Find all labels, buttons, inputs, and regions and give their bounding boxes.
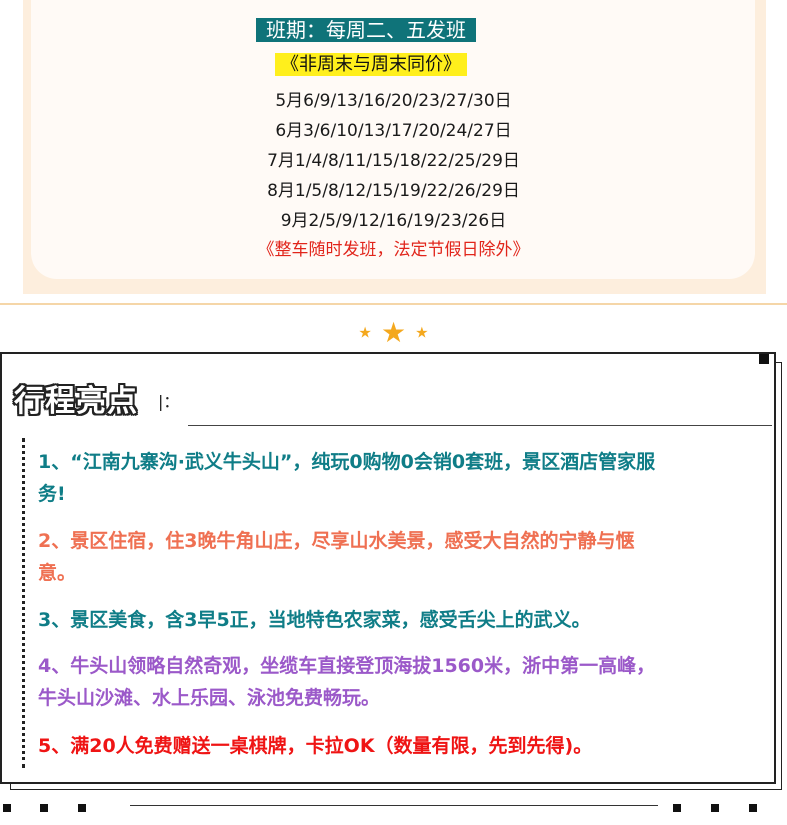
decor-square-icon — [78, 804, 86, 812]
decor-square-icon — [3, 804, 11, 812]
departure-date-september: 9月2/5/9/12/16/19/23/26日 — [280, 211, 507, 231]
highlight-item-1-line2: 务! — [38, 483, 66, 505]
corner-square-icon — [759, 354, 769, 364]
star-icon: ★ — [415, 323, 429, 342]
highlights-title-colon: |： — [158, 392, 180, 411]
highlight-item-4: 4、牛头山领略自然奇观，坐缆车直接登顶海拔1560米，浙中第一高峰， 牛头山沙滩… — [38, 650, 778, 714]
highlights-title: 行程亮点 — [14, 384, 138, 419]
highlight-item-3: 3、景区美食，含3早5正，当地特色农家菜，感受舌尖上的武义。 — [38, 604, 778, 636]
departure-date-june: 6月3/6/10/13/17/20/24/27日 — [275, 121, 512, 141]
highlight-item-1: 1、“江南九寨沟·武义牛头山”，纯玩0购物0会销0套班，景区酒店管家服 务! — [38, 446, 778, 510]
highlight-item-5: 5、满20人免费赠送一桌棋牌，卡拉OK（数量有限，先到先得)。 — [38, 730, 778, 762]
section-divider — [0, 303, 787, 305]
departure-date-august: 8月1/5/8/12/15/19/22/26/29日 — [267, 181, 520, 201]
bottom-rule — [130, 805, 658, 806]
star-icon: ★ — [358, 323, 372, 342]
schedule-note: 《整车随时发班，法定节假日除外》 — [257, 240, 530, 260]
stars-decoration: ★ ★ ★ — [0, 316, 787, 349]
schedule-subtitle: 《非周末与周末同价》 — [275, 53, 467, 76]
highlight-item-2-line2: 意。 — [38, 562, 77, 584]
decor-square-icon — [40, 804, 48, 812]
highlight-item-5-line1: 5、满20人免费赠送一桌棋牌，卡拉OK（数量有限，先到先得)。 — [38, 735, 593, 757]
schedule-title: 班期：每周二、五发班 — [256, 18, 476, 42]
decor-square-icon — [749, 804, 757, 812]
highlight-item-2-line1: 2、景区住宿，住3晚牛角山庄，尽享山水美景，感受大自然的宁静与惬 — [38, 530, 635, 552]
highlight-item-4-line2: 牛头山沙滩、水上乐园、泳池免费畅玩。 — [38, 687, 381, 709]
title-underline — [188, 425, 772, 426]
departure-date-july: 7月1/4/8/11/15/18/22/25/29日 — [267, 151, 520, 171]
star-icon: ★ — [380, 316, 407, 349]
departure-dates-list: 5月6/9/13/16/20/23/27/30日 6月3/6/10/13/17/… — [0, 86, 787, 236]
highlight-item-1-line1: 1、“江南九寨沟·武义牛头山”，纯玩0购物0会销0套班，景区酒店管家服 — [38, 451, 656, 473]
decor-square-icon — [711, 804, 719, 812]
departure-date-may: 5月6/9/13/16/20/23/27/30日 — [275, 91, 512, 111]
highlight-item-2: 2、景区住宿，住3晚牛角山庄，尽享山水美景，感受大自然的宁静与惬 意。 — [38, 525, 778, 589]
dotted-margin-line — [22, 438, 25, 768]
decor-square-icon — [673, 804, 681, 812]
highlight-item-3-line1: 3、景区美食，含3早5正，当地特色农家菜，感受舌尖上的武义。 — [38, 609, 591, 631]
highlight-item-4-line1: 4、牛头山领略自然奇观，坐缆车直接登顶海拔1560米，浙中第一高峰， — [38, 655, 656, 677]
